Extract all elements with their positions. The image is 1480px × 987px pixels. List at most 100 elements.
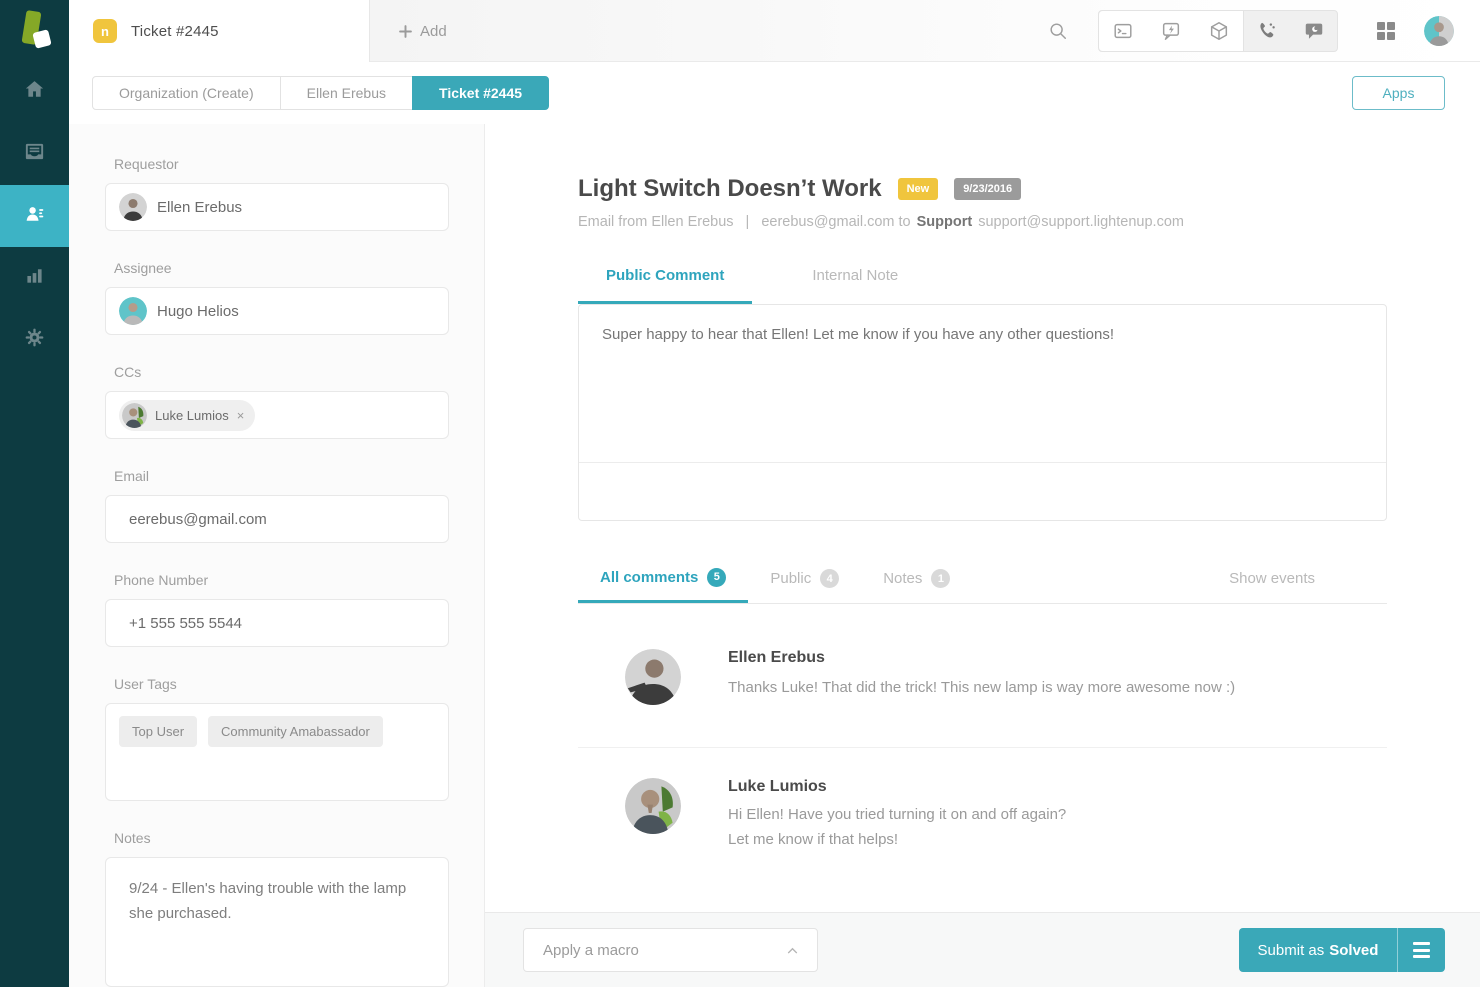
sidebar-item-reports[interactable] <box>0 247 69 309</box>
notes-label: Notes <box>114 830 449 846</box>
breadcrumb-organization[interactable]: Organization (Create) <box>92 76 281 110</box>
package-icon[interactable] <box>1195 11 1243 51</box>
ticket-type-badge: n <box>93 19 117 43</box>
comment-text: Thanks Luke! That did the trick! This ne… <box>728 676 1235 700</box>
submit-label: Submit as <box>1258 942 1325 959</box>
meta-via: eerebus@gmail.com to <box>761 214 910 230</box>
apps-button[interactable]: Apps <box>1352 76 1445 110</box>
requestor-field[interactable]: Ellen Erebus <box>105 183 449 231</box>
phone-field[interactable]: +1 555 555 5544 <box>105 599 449 647</box>
status-badge: New <box>898 178 939 200</box>
phone-label: Phone Number <box>114 572 449 588</box>
tab-internal-note[interactable]: Internal Note <box>784 267 926 304</box>
comment-text: Let me know if that helps! <box>728 828 1066 852</box>
email-value: eerebus@gmail.com <box>129 511 267 528</box>
plus-icon <box>399 25 412 38</box>
public-label: Public <box>770 570 811 587</box>
user-tags-label: User Tags <box>114 676 449 692</box>
assignee-avatar <box>119 297 147 325</box>
chevron-up-icon <box>787 947 798 954</box>
user-avatar[interactable] <box>1424 16 1454 46</box>
requestor-label: Requestor <box>114 156 449 172</box>
submit-button[interactable]: Submit as Solved <box>1239 928 1445 972</box>
comment-text: Hi Ellen! Have you tried turning it on a… <box>728 803 1066 827</box>
breadcrumb: Organization (Create) Ellen Erebus Ticke… <box>92 76 549 110</box>
home-icon <box>23 78 46 106</box>
ticket-main: Light Switch Doesn’t Work New 9/23/2016 … <box>485 124 1480 912</box>
comments-filter-bar: All comments 5 Public 4 Notes 1 Show eve… <box>578 554 1387 604</box>
top-bar: n Ticket #2445 Add <box>69 0 1480 62</box>
tab-public[interactable]: Public 4 <box>748 554 861 603</box>
assignee-value: Hugo Helios <box>157 303 239 320</box>
phone-value: +1 555 555 5544 <box>129 615 242 632</box>
ccs-field[interactable]: Luke Lumios × <box>105 391 449 439</box>
tab-public-comment[interactable]: Public Comment <box>578 267 752 304</box>
settings-icon <box>23 326 46 354</box>
all-comments-count: 5 <box>707 568 726 587</box>
composer-footer <box>579 462 1386 520</box>
public-count: 4 <box>820 569 839 588</box>
notes-field[interactable]: 9/24 - Ellen's having trouble with the l… <box>105 857 449 987</box>
comment-composer: Super happy to hear that Ellen! Let me k… <box>578 304 1387 521</box>
commenter-avatar <box>625 778 681 834</box>
ticket-properties-panel: Requestor Ellen Erebus Assignee Hugo Hel… <box>69 124 485 987</box>
requestor-avatar <box>119 193 147 221</box>
composer-tabs: Public Comment Internal Note <box>578 267 1387 304</box>
breadcrumb-ticket[interactable]: Ticket #2445 <box>412 76 549 110</box>
email-field[interactable]: eerebus@gmail.com <box>105 495 449 543</box>
channel-toolbar <box>1098 10 1338 52</box>
cc-chip[interactable]: Luke Lumios × <box>119 400 255 431</box>
cc-remove-icon[interactable]: × <box>237 408 245 423</box>
meta-from: Email from Ellen Erebus <box>578 214 734 230</box>
submit-status: Solved <box>1329 942 1378 959</box>
user-tag[interactable]: Community Amabassador <box>208 716 383 747</box>
sidebar-item-views[interactable] <box>0 123 69 185</box>
sidebar-item-home[interactable] <box>0 61 69 123</box>
ticket-title: Light Switch Doesn’t Work <box>578 175 882 203</box>
assignee-label: Assignee <box>114 260 449 276</box>
sidebar-item-settings[interactable] <box>0 309 69 371</box>
logo-white-shape <box>32 29 51 48</box>
user-tags-field[interactable]: Top User Community Amabassador <box>105 703 449 801</box>
meta-team: Support <box>917 214 973 230</box>
add-tab-button[interactable]: Add <box>399 0 447 62</box>
quick-response-icon[interactable] <box>1147 11 1195 51</box>
meta-team-email: support@support.lightenup.com <box>978 214 1184 230</box>
notes-value: 9/24 - Ellen's having trouble with the l… <box>129 876 429 926</box>
assignee-field[interactable]: Hugo Helios <box>105 287 449 335</box>
app-sidebar <box>0 0 69 987</box>
comment-author: Luke Lumios <box>728 778 1066 796</box>
composer-textarea[interactable]: Super happy to hear that Ellen! Let me k… <box>579 305 1386 463</box>
cc-name: Luke Lumios <box>155 408 229 423</box>
search-icon[interactable] <box>1048 21 1068 41</box>
apply-macro-select[interactable]: Apply a macro <box>523 928 818 972</box>
comment-item: Ellen Erebus Thanks Luke! That did the t… <box>578 604 1387 705</box>
submit-options-icon[interactable] <box>1397 928 1445 972</box>
comment-item: Luke Lumios Hi Ellen! Have you tried tur… <box>578 748 1387 852</box>
app-grid-icon[interactable] <box>1376 21 1396 41</box>
terminal-icon[interactable] <box>1099 11 1147 51</box>
notes-count: 1 <box>931 569 950 588</box>
ticket-meta: Email from Ellen Erebus | eerebus@gmail.… <box>578 214 1387 230</box>
show-events-toggle[interactable]: Show events <box>1229 570 1315 587</box>
chat-icon[interactable] <box>1291 11 1338 51</box>
meta-divider: | <box>746 214 750 230</box>
sidebar-item-customers[interactable] <box>0 185 69 247</box>
ccs-label: CCs <box>114 364 449 380</box>
comment-author: Ellen Erebus <box>728 649 1235 667</box>
channel-toolbar-left <box>1099 11 1244 51</box>
tab-notes[interactable]: Notes 1 <box>861 554 972 603</box>
reports-icon <box>23 264 46 292</box>
breadcrumb-row: Organization (Create) Ellen Erebus Ticke… <box>69 62 1480 124</box>
phone-icon[interactable] <box>1244 11 1291 51</box>
macro-placeholder: Apply a macro <box>543 942 639 959</box>
cc-avatar <box>122 403 147 428</box>
user-tag[interactable]: Top User <box>119 716 197 747</box>
active-ticket-tab[interactable]: n Ticket #2445 <box>69 0 370 62</box>
action-bar: Apply a macro Submit as Solved <box>485 912 1480 987</box>
commenter-avatar <box>625 649 681 705</box>
email-label: Email <box>114 468 449 484</box>
breadcrumb-requester[interactable]: Ellen Erebus <box>280 76 413 110</box>
tab-all-comments[interactable]: All comments 5 <box>578 554 748 603</box>
add-tab-label: Add <box>420 23 447 40</box>
